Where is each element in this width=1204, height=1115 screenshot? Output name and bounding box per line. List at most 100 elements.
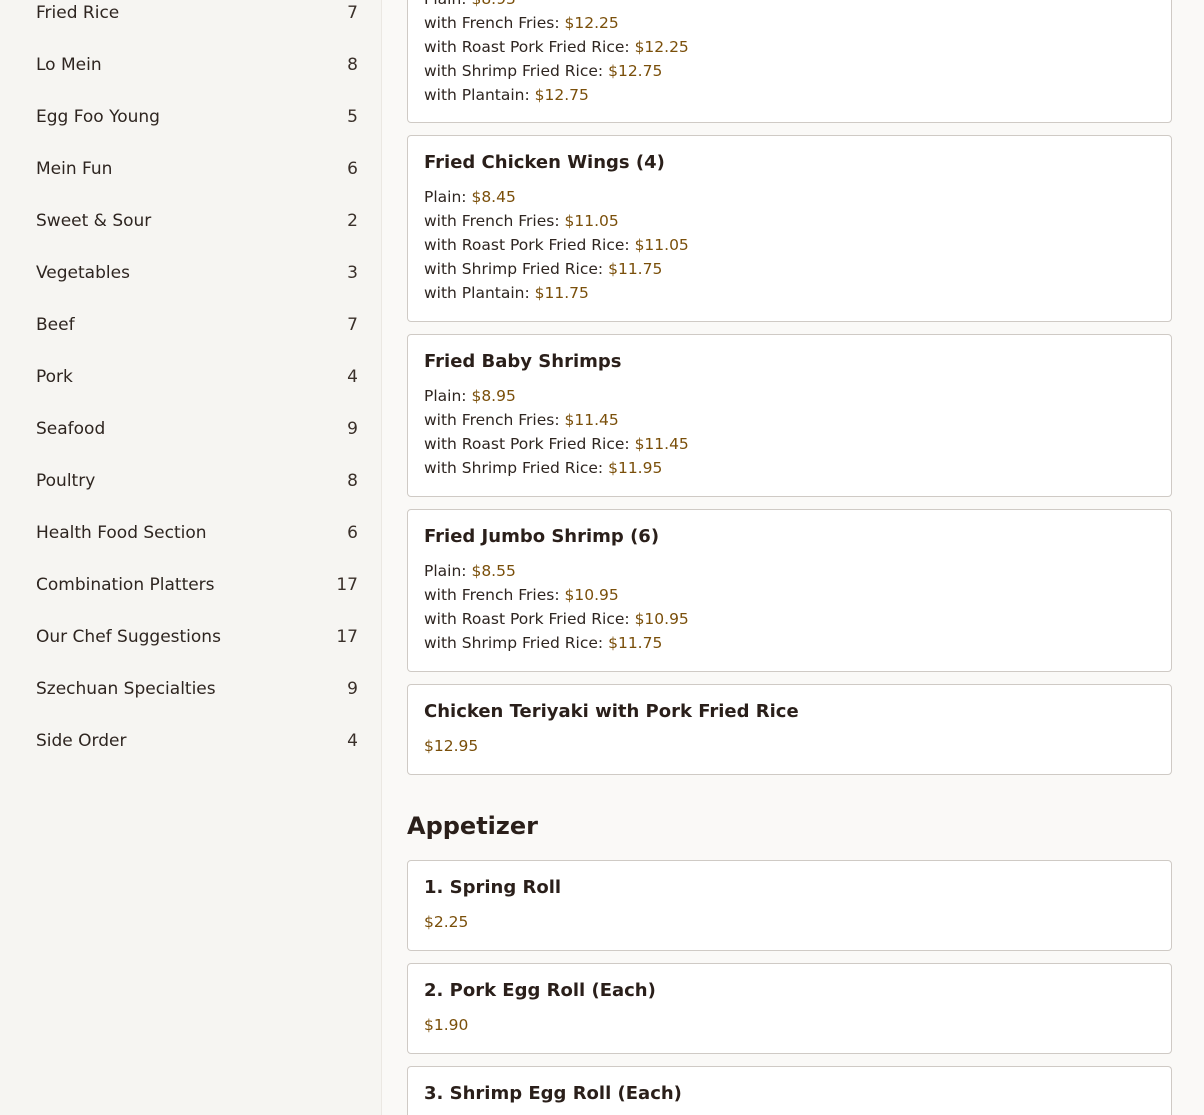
category-item-szechuan-specialties[interactable]: Szechuan Specialties 9: [36, 663, 358, 715]
menu-item-card[interactable]: Fried Chicken Wings (4) Plain: $8.45 wit…: [407, 135, 1172, 322]
price-options: Plain: $8.95 with French Fries: $12.25 w…: [424, 0, 689, 107]
category-label: Szechuan Specialties: [36, 679, 216, 699]
category-label: Lo Mein: [36, 55, 102, 75]
option-price: $11.45: [564, 411, 619, 429]
option-price: $8.95: [471, 0, 515, 8]
option-label: with Plantain:: [424, 284, 530, 302]
category-item-seafood[interactable]: Seafood 9: [36, 403, 358, 455]
category-item-fried-rice[interactable]: Fried Rice 7: [36, 0, 358, 39]
menu-item-card[interactable]: 3. Shrimp Egg Roll (Each): [407, 1066, 1172, 1115]
price-option: with French Fries: $11.05: [424, 209, 689, 233]
category-count: 7: [347, 3, 358, 23]
price-option: Plain: $8.95: [424, 0, 689, 11]
option-price: $8.95: [471, 387, 516, 405]
category-label: Vegetables: [36, 263, 130, 283]
price-options: Plain: $8.55 with French Fries: $10.95 w…: [424, 559, 689, 655]
category-label: Egg Foo Young: [36, 107, 160, 127]
price-options: $2.25: [424, 910, 468, 934]
category-count: 8: [347, 471, 358, 491]
menu-item-card[interactable]: Fried Baby Shrimps Plain: $8.95 with Fre…: [407, 334, 1172, 497]
option-price: $10.95: [634, 610, 689, 628]
price-option: Plain: $8.45: [424, 185, 689, 209]
section-title-appetizer: Appetizer: [407, 812, 538, 840]
option-price: $11.75: [534, 284, 589, 302]
option-label: with French Fries:: [424, 411, 560, 429]
price-option: $12.95: [424, 734, 478, 758]
price-option: $2.25: [424, 910, 468, 934]
option-label: with French Fries:: [424, 14, 560, 32]
category-item-poultry[interactable]: Poultry 8: [36, 455, 358, 507]
option-price: $10.95: [564, 586, 619, 604]
option-price: $12.75: [534, 86, 589, 104]
category-item-mein-fun[interactable]: Mein Fun 6: [36, 143, 358, 195]
category-count: 7: [347, 315, 358, 335]
price-option: with French Fries: $10.95: [424, 583, 689, 607]
option-label: Plain:: [424, 387, 467, 405]
menu-item-card[interactable]: Plain: $8.95 with French Fries: $12.25 w…: [407, 0, 1172, 123]
category-item-sweet-sour[interactable]: Sweet & Sour 2: [36, 195, 358, 247]
option-label: with Shrimp Fried Rice:: [424, 459, 604, 477]
category-item-lo-mein[interactable]: Lo Mein 8: [36, 39, 358, 91]
page: Fried Rice 7 Lo Mein 8 Egg Foo Young 5 Mein…: [0, 0, 1204, 1115]
option-price: $11.05: [564, 212, 619, 230]
option-price: $11.45: [634, 435, 689, 453]
category-count: 9: [347, 679, 358, 699]
category-item-vegetables[interactable]: Vegetables 3: [36, 247, 358, 299]
option-label: Plain:: [424, 188, 467, 206]
menu-item-title: 1. Spring Roll: [424, 877, 562, 898]
option-label: with Shrimp Fried Rice:: [424, 62, 604, 80]
option-label: with Plantain:: [424, 86, 530, 104]
option-label: with Shrimp Fried Rice:: [424, 260, 604, 278]
category-label: Fried Rice: [36, 3, 120, 23]
option-label: with French Fries:: [424, 212, 560, 230]
category-label: Beef: [36, 315, 75, 335]
category-label: Health Food Section: [36, 523, 207, 543]
category-item-health-food[interactable]: Health Food Section 6: [36, 507, 358, 559]
category-label: Seafood: [36, 419, 106, 439]
price-option: with Shrimp Fried Rice: $11.95: [424, 456, 689, 480]
category-label: Pork: [36, 367, 73, 387]
option-label: with Roast Pork Fried Rice:: [424, 38, 630, 56]
price-option: $1.90: [424, 1013, 468, 1037]
category-count: 9: [347, 419, 358, 439]
category-label: Poultry: [36, 471, 96, 491]
menu-item-card[interactable]: 2. Pork Egg Roll (Each) $1.90: [407, 963, 1172, 1054]
price-options: $1.90: [424, 1013, 468, 1037]
category-item-chef-suggestions[interactable]: Our Chef Suggestions 17: [36, 611, 358, 663]
category-count: 3: [347, 263, 358, 283]
category-item-combination-platters[interactable]: Combination Platters 17: [36, 559, 358, 611]
menu-item-card[interactable]: Fried Jumbo Shrimp (6) Plain: $8.55 with…: [407, 509, 1172, 672]
price-option: Plain: $8.95: [424, 384, 689, 408]
option-price: $8.45: [471, 188, 516, 206]
price-option: with Roast Pork Fried Rice: $11.05: [424, 233, 689, 257]
option-price: $8.55: [471, 562, 516, 580]
category-count: 6: [347, 159, 358, 179]
price-option: with Shrimp Fried Rice: $11.75: [424, 257, 689, 281]
category-label: Side Order: [36, 731, 127, 751]
price-option: with Shrimp Fried Rice: $12.75: [424, 59, 689, 83]
option-price: $12.95: [424, 737, 479, 755]
category-count: 5: [347, 107, 358, 127]
category-item-beef[interactable]: Beef 7: [36, 299, 358, 351]
category-item-egg-foo-young[interactable]: Egg Foo Young 5: [36, 91, 358, 143]
menu-item-title: Fried Baby Shrimps: [424, 351, 622, 372]
category-count: 4: [347, 731, 358, 751]
category-item-pork[interactable]: Pork 4: [36, 351, 358, 403]
category-list: Fried Rice 7 Lo Mein 8 Egg Foo Young 5 Mein…: [36, 0, 358, 767]
category-count: 2: [347, 211, 358, 231]
price-option: with Roast Pork Fried Rice: $12.25: [424, 35, 689, 59]
menu-item-card[interactable]: Chicken Teriyaki with Pork Fried Rice $1…: [407, 684, 1172, 775]
price-options: $12.95: [424, 734, 478, 758]
price-option: with French Fries: $11.45: [424, 408, 689, 432]
category-label: Mein Fun: [36, 159, 113, 179]
price-option: with Roast Pork Fried Rice: $10.95: [424, 607, 689, 631]
price-option: with French Fries: $12.25: [424, 11, 689, 35]
menu-item-title: Fried Chicken Wings (4): [424, 152, 665, 173]
menu-item-card[interactable]: 1. Spring Roll $2.25: [407, 860, 1172, 951]
option-label: with Roast Pork Fried Rice:: [424, 610, 630, 628]
category-sidebar: Fried Rice 7 Lo Mein 8 Egg Foo Young 5 Mein…: [0, 0, 382, 1115]
option-price: $11.05: [634, 236, 689, 254]
category-item-side-order[interactable]: Side Order 4: [36, 715, 358, 767]
option-label: Plain:: [424, 0, 467, 8]
option-price: $12.25: [564, 14, 619, 32]
